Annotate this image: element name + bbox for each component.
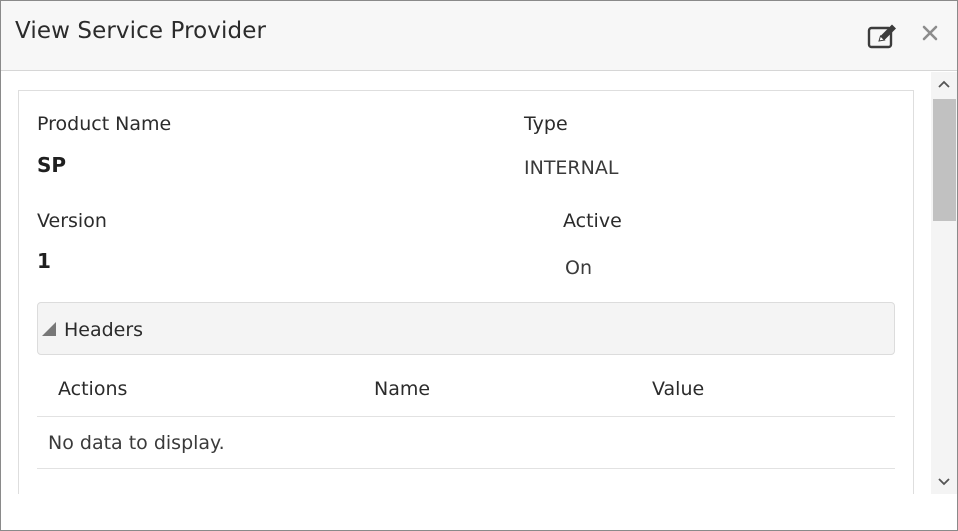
type-label: Type	[524, 113, 568, 135]
column-header-name[interactable]: Name	[374, 378, 430, 400]
collapse-triangle-icon	[42, 322, 56, 336]
product-name-value: SP	[37, 153, 67, 177]
dialog-body: Product Name SP Type INTERNAL Version 1 …	[1, 72, 931, 494]
edit-button[interactable]	[865, 20, 901, 52]
scrollbar-thumb[interactable]	[933, 99, 956, 221]
close-button[interactable]	[915, 17, 945, 49]
vertical-scrollbar[interactable]	[931, 72, 957, 494]
dialog-title: View Service Provider	[15, 18, 267, 44]
scroll-up-button[interactable]	[931, 72, 957, 96]
headers-table-empty-row: No data to display.	[37, 418, 895, 469]
service-provider-panel: Product Name SP Type INTERNAL Version 1 …	[18, 90, 914, 494]
version-value: 1	[37, 249, 51, 273]
headers-table-header: Actions Name Value	[37, 363, 895, 417]
headers-section-toggle[interactable]: Headers	[37, 302, 895, 355]
version-label: Version	[37, 210, 107, 232]
active-value: On	[565, 257, 592, 279]
column-header-actions[interactable]: Actions	[58, 378, 127, 400]
chevron-down-icon	[938, 478, 950, 486]
column-header-value[interactable]: Value	[652, 378, 704, 400]
view-service-provider-dialog: View Service Provider Product Name SP Ty…	[0, 0, 958, 531]
active-label: Active	[563, 210, 622, 232]
product-name-label: Product Name	[37, 113, 172, 135]
edit-icon	[867, 24, 896, 49]
dialog-header: View Service Provider	[1, 1, 957, 71]
type-value: INTERNAL	[524, 157, 619, 179]
chevron-up-icon	[938, 80, 950, 88]
headers-section-title: Headers	[64, 319, 144, 341]
close-icon	[922, 25, 938, 41]
scroll-down-button[interactable]	[931, 470, 957, 494]
empty-table-message: No data to display.	[48, 432, 225, 454]
dialog-footer	[1, 494, 957, 530]
